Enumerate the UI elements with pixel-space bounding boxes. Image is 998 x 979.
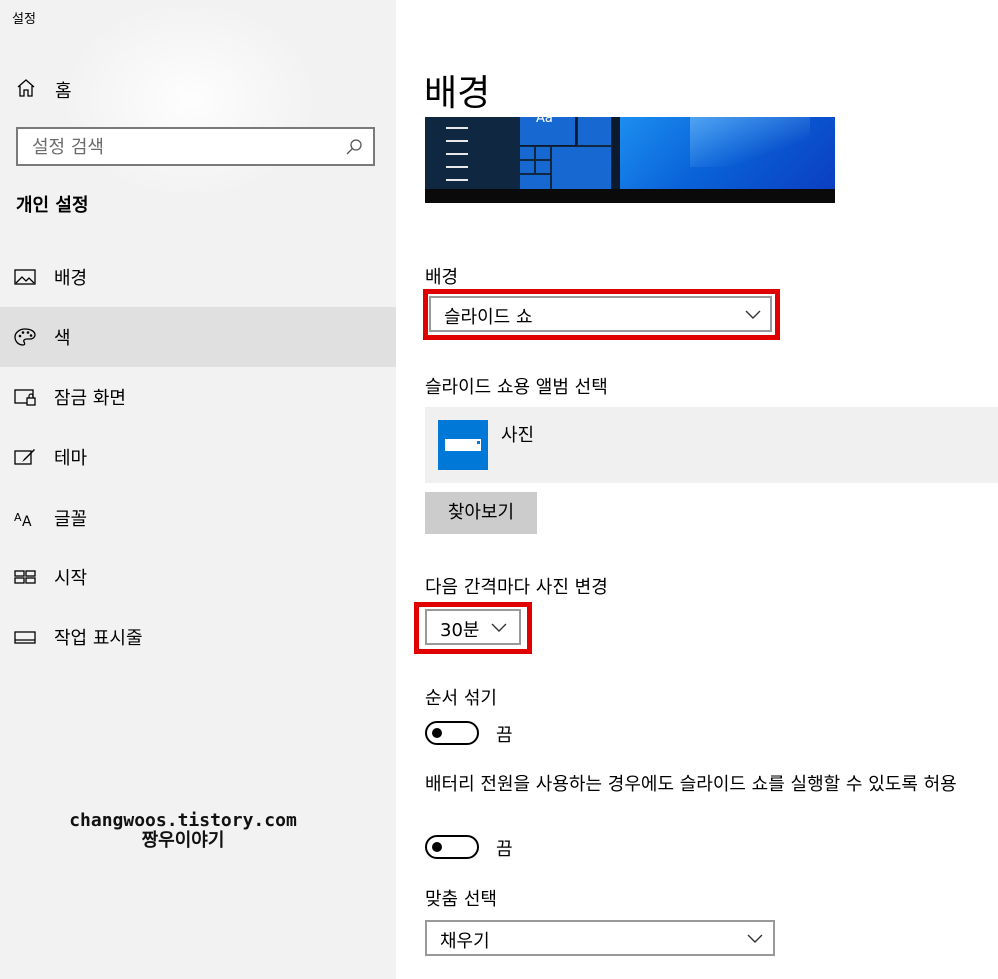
preview-menu-line	[446, 140, 468, 142]
fit-label: 맞춤 선택	[425, 889, 497, 910]
preview-tile	[577, 117, 612, 146]
svg-text:A: A	[14, 511, 22, 524]
preview-taskbar	[425, 189, 835, 203]
sidebar-item-home[interactable]: 홈	[0, 68, 396, 108]
theme-brush-icon	[14, 449, 35, 465]
sidebar-item-label: 글꼴	[54, 509, 88, 530]
shuffle-toggle-state: 끔	[496, 725, 513, 746]
toggle-knob	[432, 728, 442, 738]
search-icon	[346, 139, 362, 155]
toggle-knob	[432, 842, 442, 852]
battery-toggle-state: 끔	[496, 839, 513, 860]
taskbar-icon	[14, 631, 36, 644]
chevron-down-icon	[491, 623, 507, 632]
album-item[interactable]: 사진	[425, 407, 998, 483]
preview-tile	[519, 146, 535, 160]
main-content: 배경 Aa 배경 슬라이드 쇼 슬라이드 쇼용 앨범 선택 사진 찾아보기 다음…	[396, 0, 998, 979]
sidebar-item-label: 배경	[54, 268, 88, 289]
chevron-down-icon	[745, 310, 761, 319]
palette-icon	[14, 328, 36, 346]
preview-menu-line	[446, 166, 468, 168]
sidebar-item-home-label: 홈	[55, 81, 72, 102]
chevron-down-icon	[747, 934, 763, 943]
section-title: 개인 설정	[16, 195, 89, 216]
interval-label: 다음 간격마다 사진 변경	[425, 577, 608, 598]
sidebar: 설정 홈 개인 설정 배경 색	[0, 0, 396, 979]
album-name: 사진	[501, 425, 535, 446]
sidebar-item-start[interactable]: 시작	[0, 547, 396, 607]
sidebar-item-label: 색	[54, 328, 71, 349]
preview-tile-text: Aa	[536, 117, 553, 126]
browse-button[interactable]: 찾아보기	[425, 492, 537, 534]
font-icon: A A	[14, 511, 32, 528]
preview-tile	[535, 160, 551, 174]
shuffle-toggle[interactable]	[425, 721, 479, 745]
search-field[interactable]	[16, 127, 375, 166]
background-dropdown[interactable]: 슬라이드 쇼	[429, 296, 772, 332]
background-dropdown-value: 슬라이드 쇼	[444, 307, 533, 328]
preview-tile	[551, 146, 612, 190]
preview-tile	[535, 146, 551, 160]
preview-desktop	[620, 117, 835, 189]
preview-menu-line	[446, 179, 468, 181]
background-preview: Aa	[425, 117, 835, 203]
app-title: 설정	[12, 12, 36, 27]
sidebar-item-label: 작업 표시줄	[54, 628, 143, 649]
preview-menu-line	[446, 127, 468, 129]
sidebar-item-themes[interactable]: 테마	[0, 427, 396, 487]
picture-icon	[14, 269, 36, 285]
search-input[interactable]	[32, 135, 332, 159]
sidebar-item-fonts[interactable]: A A 글꼴	[0, 488, 396, 548]
fit-dropdown-value: 채우기	[440, 931, 490, 952]
sidebar-item-lock-screen[interactable]: 잠금 화면	[0, 367, 396, 427]
folder-icon	[438, 420, 488, 470]
page-title: 배경	[424, 73, 491, 114]
sidebar-item-label: 시작	[54, 568, 88, 589]
watermark-blog-name: 짱우이야기	[141, 830, 225, 851]
sidebar-item-label: 테마	[54, 448, 88, 469]
sidebar-item-label: 잠금 화면	[54, 388, 126, 409]
home-icon	[17, 79, 35, 97]
watermark-url: changwoos.tistory.com	[69, 810, 297, 831]
preview-tile: Aa	[520, 117, 575, 145]
fit-dropdown[interactable]: 채우기	[425, 920, 775, 956]
start-grid-icon	[14, 570, 36, 584]
preview-tile	[519, 174, 551, 190]
battery-slideshow-toggle[interactable]	[425, 835, 479, 859]
svg-text:A: A	[22, 514, 32, 528]
preview-tile	[519, 160, 535, 174]
interval-dropdown[interactable]: 30분	[425, 609, 521, 645]
preview-light-beam	[690, 117, 810, 167]
preview-start-menu	[425, 117, 520, 189]
battery-label: 배터리 전원을 사용하는 경우에도 슬라이드 쇼를 실행할 수 있도록 허용	[425, 774, 957, 795]
sidebar-item-taskbar[interactable]: 작업 표시줄	[0, 607, 396, 667]
sidebar-item-background[interactable]: 배경	[0, 247, 396, 307]
shuffle-label: 순서 섞기	[425, 688, 497, 709]
background-label: 배경	[425, 267, 459, 288]
interval-dropdown-value: 30분	[440, 620, 480, 641]
sidebar-item-colors[interactable]: 색	[0, 307, 396, 367]
preview-menu-line	[446, 153, 468, 155]
lock-screen-icon	[14, 389, 36, 406]
album-label: 슬라이드 쇼용 앨범 선택	[425, 377, 608, 398]
